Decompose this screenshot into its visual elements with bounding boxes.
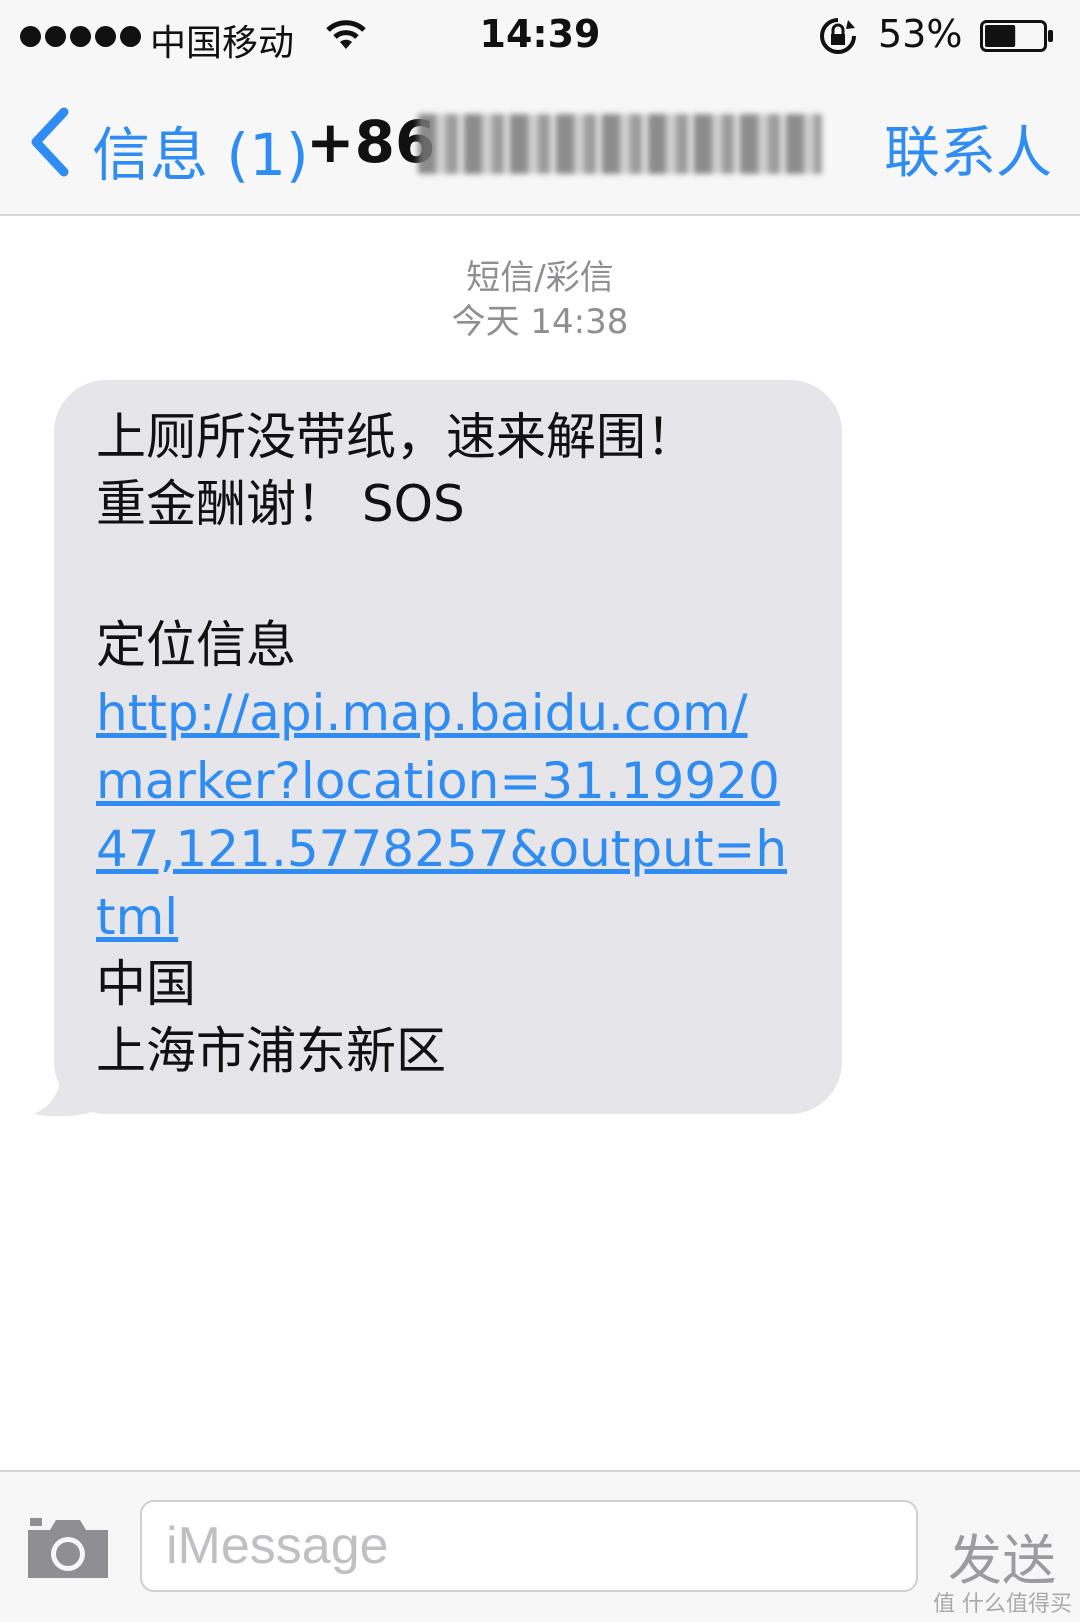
- message-text-line: 重金酬谢！ SOS: [96, 475, 465, 533]
- thread-header: 短信/彩信 今天 14:38: [0, 256, 1080, 344]
- contact-phone-number: +86: [306, 108, 436, 176]
- location-region: 上海市浦东新区: [96, 1022, 446, 1080]
- nav-bar: 信息 (1) +86 联系人: [0, 76, 1080, 216]
- message-input-bar: 发送 值 什么值得买: [0, 1470, 1080, 1622]
- service-label: 短信/彩信: [466, 258, 614, 298]
- status-bar: 中国移动 14:39 53%: [0, 0, 1080, 76]
- incoming-message-bubble[interactable]: 上厕所没带纸，速来解围！ 重金酬谢！ SOS 定位信息 http://api.m…: [54, 380, 842, 1114]
- back-chevron-icon[interactable]: [26, 106, 72, 178]
- battery-icon: [980, 20, 1053, 52]
- message-text-line: 上厕所没带纸，速来解围！: [96, 408, 696, 466]
- location-heading: 定位信息: [96, 616, 296, 674]
- message-input[interactable]: [142, 1502, 916, 1590]
- rotation-lock-icon: [820, 18, 856, 54]
- message-timestamp: 今天 14:38: [451, 302, 629, 342]
- camera-icon[interactable]: [26, 1516, 110, 1580]
- back-button[interactable]: 信息 (1): [92, 108, 309, 192]
- redacted-phone-digits: [418, 114, 822, 174]
- message-input-field[interactable]: [140, 1500, 918, 1592]
- watermark: 值 什么值得买: [933, 1592, 1072, 1617]
- send-button[interactable]: 发送: [948, 1516, 1056, 1595]
- battery-percent: 53%: [878, 12, 963, 56]
- location-link[interactable]: http://api.map.baidu.com/marker?location…: [96, 679, 796, 951]
- contact-button[interactable]: 联系人: [884, 108, 1052, 189]
- location-country: 中国: [96, 955, 196, 1013]
